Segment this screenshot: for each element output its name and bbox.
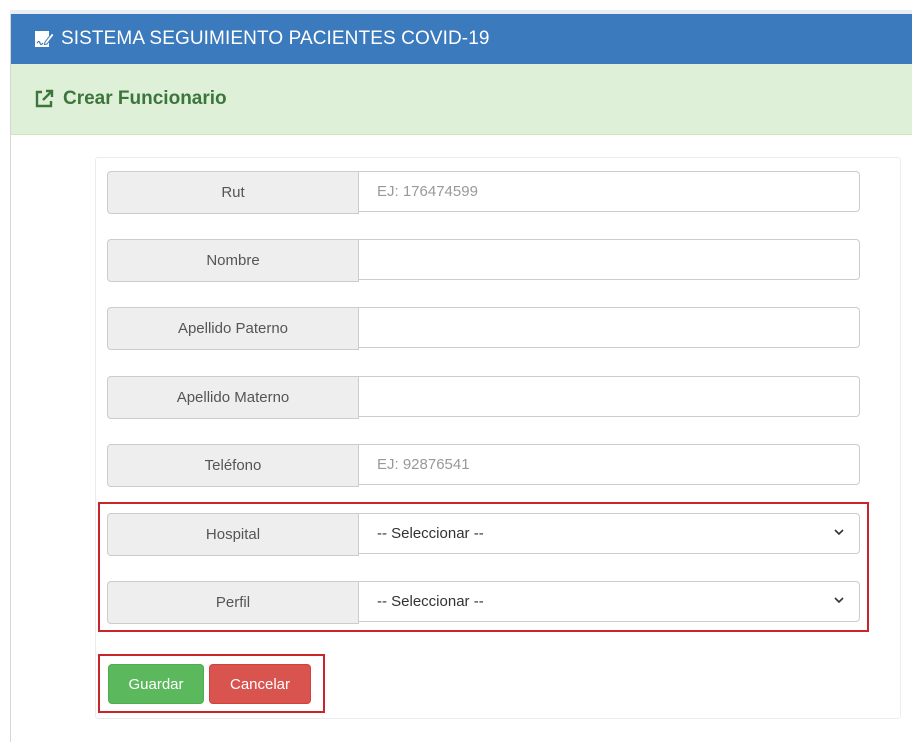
telefono-label: Teléfono — [107, 444, 359, 487]
apellido-materno-row: Apellido Materno — [107, 376, 860, 419]
external-link-edit-icon — [33, 88, 55, 110]
apellido-paterno-input[interactable] — [377, 308, 859, 347]
apellido-paterno-label: Apellido Paterno — [107, 307, 359, 350]
apellido-materno-label: Apellido Materno — [107, 376, 359, 419]
nombre-field-wrap — [359, 239, 860, 280]
highlight-box-buttons — [98, 654, 325, 713]
app-title: SISTEMA SEGUIMIENTO PACIENTES COVID-19 — [61, 28, 490, 49]
nombre-label: Nombre — [107, 239, 359, 282]
nombre-row: Nombre — [107, 239, 860, 282]
signature-edit-icon — [33, 28, 55, 50]
page-title: Crear Funcionario — [63, 88, 227, 109]
page-header: Crear Funcionario — [11, 64, 912, 135]
telefono-field-wrap — [359, 444, 860, 485]
apellido-materno-input[interactable] — [377, 377, 859, 416]
apellido-materno-field-wrap — [359, 376, 860, 417]
apellido-paterno-row: Apellido Paterno — [107, 307, 860, 350]
highlight-box-selects — [98, 502, 869, 632]
rut-row: Rut — [107, 171, 860, 214]
nombre-input[interactable] — [377, 240, 859, 279]
rut-field-wrap — [359, 171, 860, 212]
telefono-input[interactable] — [377, 445, 859, 484]
rut-input[interactable] — [377, 172, 859, 211]
rut-label: Rut — [107, 171, 359, 214]
navbar: SISTEMA SEGUIMIENTO PACIENTES COVID-19 — [11, 14, 912, 65]
telefono-row: Teléfono — [107, 444, 860, 487]
apellido-paterno-field-wrap — [359, 307, 860, 348]
